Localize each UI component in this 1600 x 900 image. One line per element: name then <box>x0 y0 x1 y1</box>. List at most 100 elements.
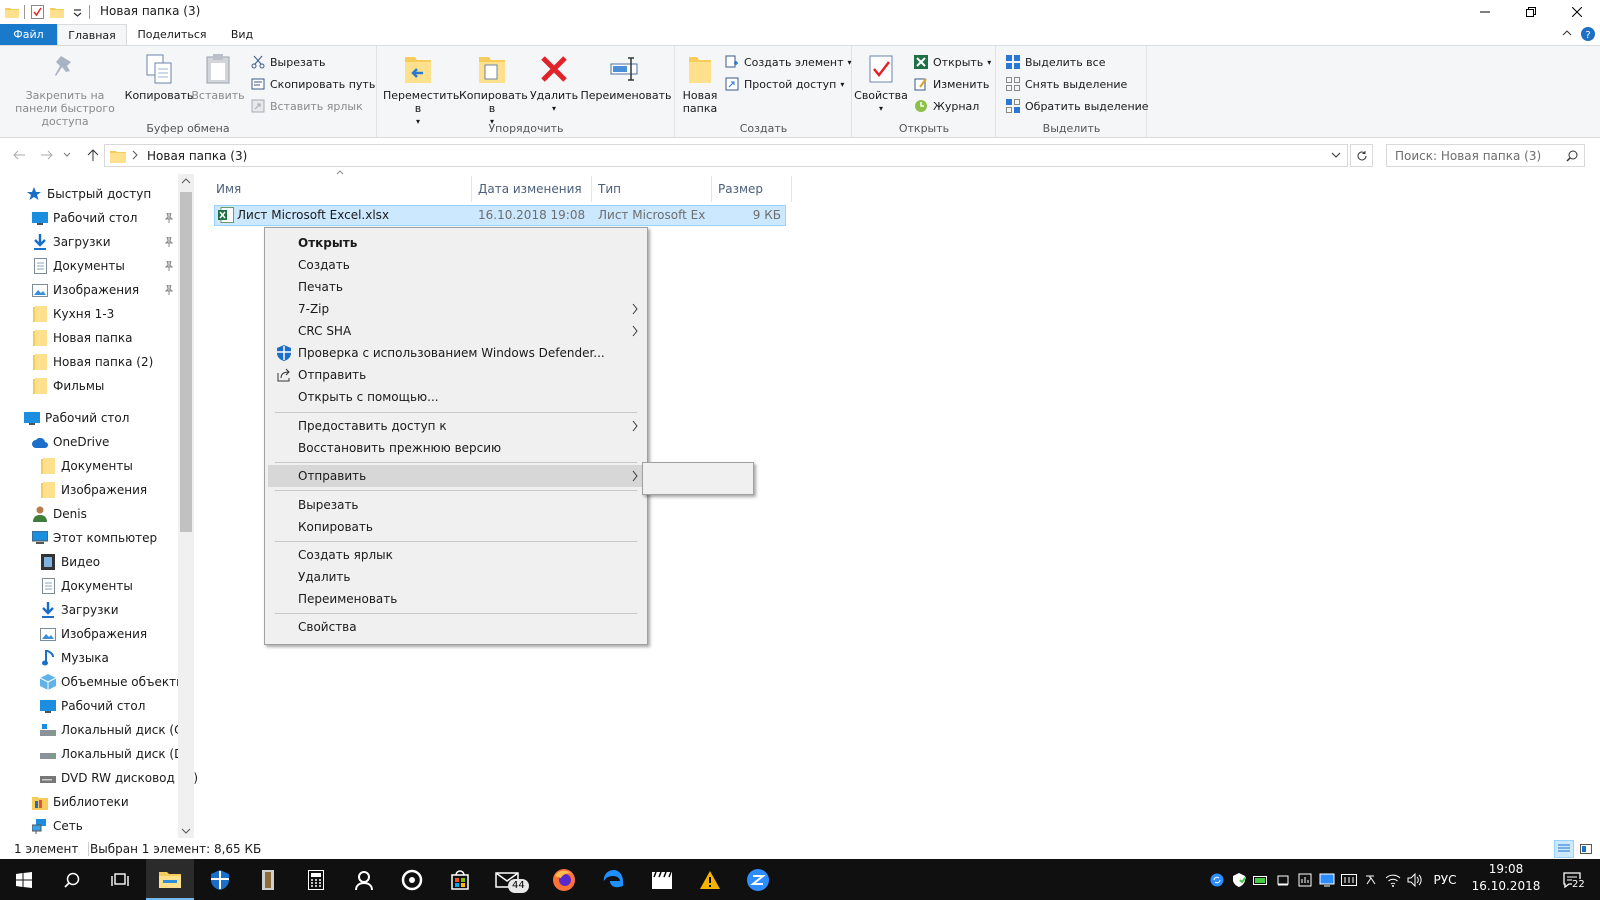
select-none-button[interactable]: Снять выделение <box>1005 74 1127 94</box>
nav-pc-documents[interactable]: Документы <box>40 575 133 597</box>
start-button[interactable] <box>0 859 48 900</box>
refresh-button[interactable] <box>1350 144 1373 167</box>
select-all-button[interactable]: Выделить все <box>1005 52 1105 72</box>
menu-item-rename[interactable]: Переименовать <box>268 588 644 610</box>
menu-item-cut[interactable]: Вырезать <box>268 494 644 516</box>
nav-pc-pictures[interactable]: Изображения <box>40 623 147 645</box>
close-button[interactable] <box>1554 0 1600 24</box>
tab-view[interactable]: Вид <box>218 24 266 46</box>
menu-item-properties[interactable]: Свойства <box>268 616 644 638</box>
taskbar-media-app[interactable] <box>388 859 436 900</box>
nav-dvd-drive[interactable]: DVD RW дисковод (F:) <box>40 767 198 789</box>
column-date[interactable]: Дата изменения <box>472 176 592 202</box>
cut-button[interactable]: Вырезать <box>250 52 325 72</box>
nav-folder-films[interactable]: Фильмы <box>32 375 104 397</box>
nav-onedrive[interactable]: OneDrive <box>32 431 109 453</box>
nav-music[interactable]: Музыка <box>40 647 109 669</box>
nav-3d-objects[interactable]: Объемные объекты <box>40 671 186 693</box>
rename-button[interactable]: Переименовать <box>580 51 672 102</box>
taskbar-zoom-app[interactable] <box>734 859 782 900</box>
copy-button[interactable]: Копировать <box>125 51 193 102</box>
copy-to-button[interactable]: Копировать в ▾ <box>456 51 528 128</box>
properties-icon[interactable] <box>29 4 45 20</box>
taskbar-mail[interactable]: 44 <box>484 859 532 900</box>
collapse-ribbon-icon[interactable] <box>1562 29 1572 37</box>
defender-tray-icon[interactable] <box>1228 859 1250 900</box>
easy-access-button[interactable]: Простой доступ ▾ <box>724 74 844 94</box>
details-view-button[interactable] <box>1554 840 1574 858</box>
tiles-view-button[interactable] <box>1576 840 1596 858</box>
column-type[interactable]: Тип <box>592 176 712 202</box>
menu-item-create-shortcut[interactable]: Создать ярлык <box>268 544 644 566</box>
keyboard-tray-icon[interactable] <box>1338 859 1360 900</box>
new-folder-button[interactable]: Новая папка <box>678 51 722 115</box>
nav-drive-d[interactable]: Локальный диск (D:) <box>40 743 192 765</box>
properties-button[interactable]: Свойства ▾ <box>854 51 908 115</box>
wifi-tray-icon[interactable] <box>1382 859 1404 900</box>
edit-button[interactable]: Изменить <box>913 74 989 94</box>
taskbar-person-app[interactable] <box>340 859 388 900</box>
nav-network[interactable]: Сеть <box>32 815 83 837</box>
paste-shortcut-button[interactable]: Вставить ярлык <box>250 96 363 116</box>
menu-item-delete[interactable]: Удалить <box>268 566 644 588</box>
menu-item-open[interactable]: Открыть <box>268 232 644 254</box>
menu-item-7zip[interactable]: 7-Zip <box>268 298 644 320</box>
display-tray-icon[interactable] <box>1316 859 1338 900</box>
scroll-down-icon[interactable] <box>181 828 191 835</box>
move-to-button[interactable]: Переместить в ▾ <box>380 51 459 128</box>
minimize-button[interactable] <box>1462 0 1508 24</box>
menu-item-give-access[interactable]: Предоставить доступ к <box>268 415 644 437</box>
menu-item-create[interactable]: Создать <box>268 254 644 276</box>
tab-share[interactable]: Поделиться <box>130 24 214 46</box>
file-row[interactable]: Лист Microsoft Excel.xlsx 16.10.2018 19:… <box>214 205 786 226</box>
taskbar-firefox[interactable] <box>540 859 588 900</box>
restore-button[interactable] <box>1508 0 1554 24</box>
battery-tray-icon[interactable] <box>1250 859 1272 900</box>
column-size[interactable]: Размер <box>712 176 792 202</box>
nav-folder-new-2[interactable]: Новая папка (2) <box>32 351 153 373</box>
search-icon[interactable] <box>1566 150 1578 162</box>
nav-drive-c[interactable]: Локальный диск (C:) <box>40 719 191 741</box>
nav-folder-kitchen[interactable]: Кухня 1-3 <box>32 303 114 325</box>
nav-downloads[interactable]: Загрузки <box>32 231 111 253</box>
taskbar-warning-app[interactable] <box>686 859 734 900</box>
taskbar-video-editor[interactable] <box>638 859 686 900</box>
address-bar[interactable]: Новая папка (3) <box>104 144 1348 167</box>
help-icon[interactable]: ? <box>1581 27 1595 41</box>
history-button[interactable]: Журнал <box>913 96 979 116</box>
address-dropdown-icon[interactable] <box>1331 152 1341 159</box>
nav-pictures[interactable]: Изображения <box>32 279 139 301</box>
new-item-button[interactable]: Создать элемент ▾ <box>724 52 852 72</box>
pin-icon[interactable] <box>164 237 174 247</box>
taskbar-archive-app[interactable] <box>244 859 292 900</box>
taskbar-calculator[interactable] <box>292 859 340 900</box>
nav-libraries[interactable]: Библиотеки <box>32 791 129 813</box>
nav-scrollbar[interactable] <box>178 174 194 838</box>
nav-pc-desktop[interactable]: Рабочий стол <box>40 695 145 717</box>
delete-button[interactable]: Удалить ▾ <box>530 51 578 115</box>
new-folder-icon[interactable] <box>49 4 65 20</box>
copy-path-button[interactable]: Скопировать путь <box>250 74 375 94</box>
nav-documents[interactable]: Документы <box>32 255 125 277</box>
task-view-button[interactable] <box>96 859 144 900</box>
menu-item-print[interactable]: Печать <box>268 276 644 298</box>
nav-videos[interactable]: Видео <box>40 551 100 573</box>
scroll-thumb[interactable] <box>180 192 192 532</box>
nav-desktop-root[interactable]: Рабочий стол <box>24 407 129 429</box>
tab-home[interactable]: Главная <box>57 24 127 46</box>
nav-quick-access[interactable]: Быстрый доступ <box>26 183 151 205</box>
nav-pc-downloads[interactable]: Загрузки <box>40 599 119 621</box>
pin-icon[interactable] <box>164 285 174 295</box>
paste-button[interactable]: Вставить <box>191 51 245 102</box>
menu-item-copy[interactable]: Копировать <box>268 516 644 538</box>
tab-file[interactable]: Файл <box>0 24 57 46</box>
menu-item-crc-sha[interactable]: CRC SHA <box>268 320 644 342</box>
taskbar-store-app[interactable] <box>196 859 244 900</box>
menu-item-restore[interactable]: Восстановить прежнюю версию <box>268 437 644 459</box>
column-name[interactable]: Имя <box>210 176 472 202</box>
menu-item-share[interactable]: Отправить <box>268 364 644 386</box>
nav-onedrive-documents[interactable]: Документы <box>40 455 133 477</box>
nav-folder-new[interactable]: Новая папка <box>32 327 132 349</box>
network-drive-tray-icon[interactable] <box>1294 859 1316 900</box>
file-name[interactable]: Лист Microsoft Excel.xlsx <box>237 206 467 225</box>
